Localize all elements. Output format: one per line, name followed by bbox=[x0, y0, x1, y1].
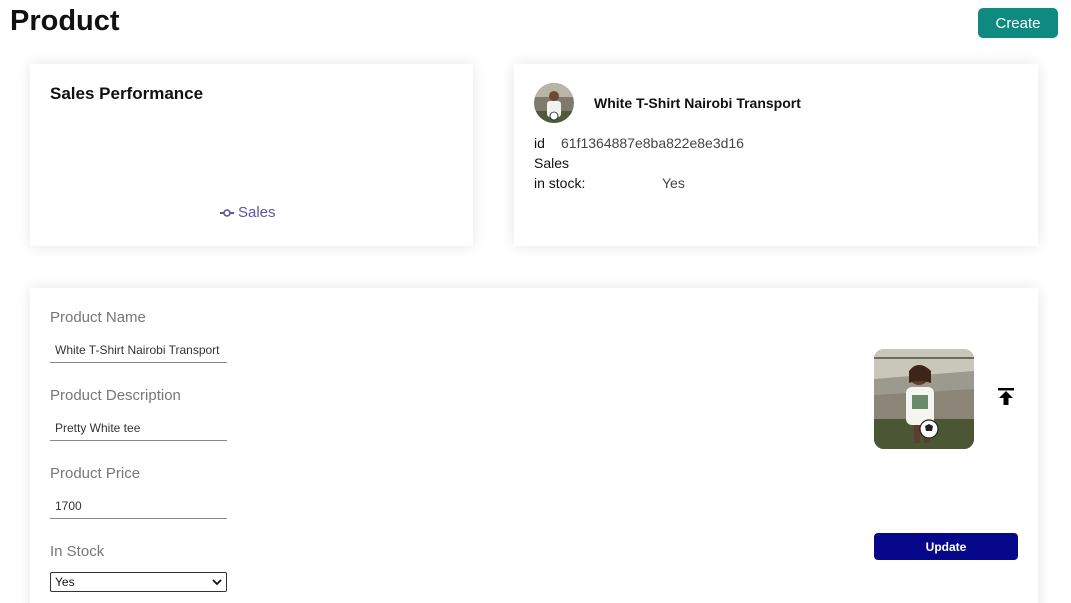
info-row-stock: in stock: Yes bbox=[534, 175, 685, 191]
product-name-heading: White T-Shirt Nairobi Transport bbox=[594, 95, 801, 111]
create-button[interactable]: Create bbox=[978, 8, 1058, 38]
product-description-label: Product Description bbox=[50, 387, 181, 404]
info-row-id: id 61f1364887e8ba822e8e3d16 bbox=[534, 135, 744, 151]
in-stock-select[interactable]: Yes bbox=[50, 572, 227, 592]
product-image bbox=[874, 349, 974, 449]
page-title: Product bbox=[10, 5, 120, 37]
line-legend-icon bbox=[220, 208, 234, 217]
id-label: id bbox=[534, 135, 545, 151]
upload-icon[interactable] bbox=[998, 388, 1014, 406]
product-page: Product Create Sales Performance Sales W… bbox=[0, 0, 1071, 603]
legend-label: Sales bbox=[238, 204, 276, 221]
stock-label: in stock: bbox=[534, 175, 586, 191]
info-row-sales: Sales bbox=[534, 155, 569, 171]
product-avatar bbox=[534, 83, 574, 123]
chart-title: Sales Performance bbox=[50, 84, 204, 103]
product-price-label: Product Price bbox=[50, 465, 141, 482]
update-button[interactable]: Update bbox=[874, 533, 1018, 560]
stock-value: Yes bbox=[662, 175, 685, 191]
in-stock-label: In Stock bbox=[50, 543, 105, 560]
sales-label: Sales bbox=[534, 155, 570, 171]
product-price-input[interactable] bbox=[50, 493, 227, 519]
product-name-input[interactable] bbox=[50, 337, 227, 363]
in-stock-selected-value: Yes bbox=[55, 575, 75, 589]
id-value: 61f1364887e8ba822e8e3d16 bbox=[561, 135, 744, 151]
product-description-input[interactable] bbox=[50, 415, 227, 441]
product-name-label: Product Name bbox=[50, 309, 146, 326]
chart-legend[interactable]: Sales bbox=[220, 204, 276, 221]
sales-performance-card: Sales Performance Sales bbox=[30, 64, 473, 246]
product-edit-form: Product Name Product Description Product… bbox=[30, 288, 1038, 603]
chevron-down-icon bbox=[212, 579, 222, 585]
product-info-card: White T-Shirt Nairobi Transport id 61f13… bbox=[514, 64, 1038, 246]
